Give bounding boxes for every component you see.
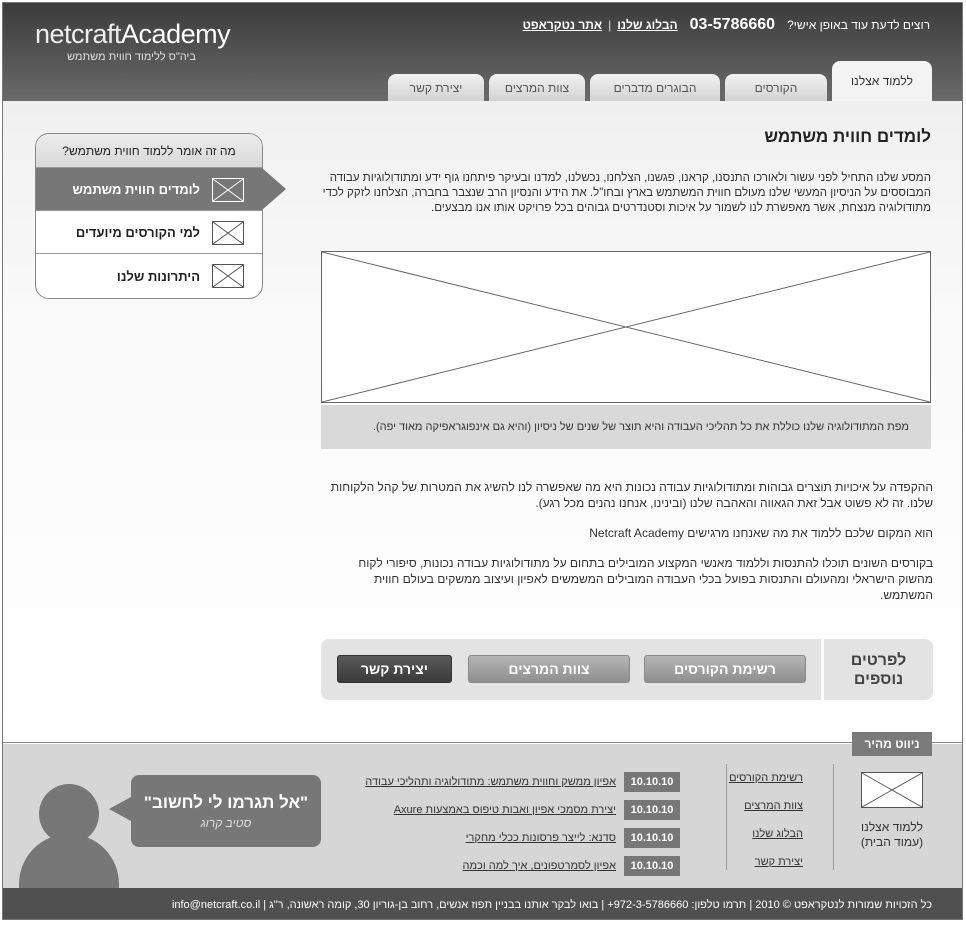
list-item: 10.10.10 יצירת מסמכי אפיון ואבות טיפוס ב… bbox=[360, 796, 680, 824]
article-paragraph: ההקפדה על איכויות תוצרים גבוהות ומתודולו… bbox=[330, 480, 933, 510]
list-item: 10.10.10 אפיון ממשק וחווית משתמש: מתודול… bbox=[360, 768, 680, 796]
logo-part1: netcraft bbox=[35, 19, 122, 49]
lecturers-button[interactable]: צוות המרצים bbox=[468, 655, 630, 683]
side-item-learning-ux[interactable]: לומדים חווית משתמש bbox=[36, 168, 286, 211]
side-navigation: מה זה אומר ללמוד חווית משתמש? לומדים חוו… bbox=[35, 133, 286, 299]
article-paragraph: הוא המקום שלכם ללמוד את מה שאנחנו מרגישי… bbox=[589, 526, 933, 540]
site-link[interactable]: אתר נטקראפט bbox=[523, 18, 603, 32]
tab-graduates[interactable]: הבוגרים מדברים bbox=[590, 74, 720, 101]
side-item-who-for[interactable]: למי הקורסים מיועדים bbox=[36, 211, 262, 254]
footer-news-list: 10.10.10 אפיון ממשק וחווית משתמש: מתודול… bbox=[360, 768, 680, 880]
footer-link-courses[interactable]: רשימת הקורסים bbox=[727, 764, 803, 792]
image-placeholder-icon bbox=[212, 221, 244, 245]
quote-author: סטיב קרוג bbox=[200, 816, 252, 830]
quote-text: "אל תגרמו לי לחשוב" bbox=[143, 793, 309, 812]
news-date: 10.10.10 bbox=[624, 800, 680, 820]
news-date: 10.10.10 bbox=[624, 828, 680, 848]
article-paragraph: בקורסים השונים תוכלו להתנסות וללמוד מאנש… bbox=[358, 556, 933, 602]
header-phone: 03-5786660 bbox=[689, 16, 776, 33]
courses-list-button[interactable]: רשימת הקורסים bbox=[644, 655, 806, 683]
footer-quick-links: רשימת הקורסים צוות המרצים הבלוג שלנו יצי… bbox=[726, 764, 834, 870]
footer: ניווט מהיר ללמוד אצלנו (עמוד הבית) רשימת… bbox=[3, 732, 962, 919]
list-item: 10.10.10 אפיון לסמרטפונים, איך למה וכמה bbox=[360, 852, 680, 880]
logo[interactable]: netcraftAcademy bbox=[35, 19, 231, 50]
footer-link-lecturers[interactable]: צוות המרצים bbox=[727, 792, 803, 820]
footer-link-contact[interactable]: יצירת קשר bbox=[727, 848, 803, 876]
quick-nav-title: ניווט מהיר bbox=[852, 732, 932, 756]
logo-subtitle: ביה"ס ללימוד חווית משתמש bbox=[67, 51, 196, 63]
news-date: 10.10.10 bbox=[624, 772, 680, 792]
news-link[interactable]: יצירת מסמכי אפיון ואבות טיפוס באמצעות Ax… bbox=[394, 804, 616, 816]
news-link[interactable]: סדנא: לייצר פרסונות ככלי מחקרי bbox=[466, 832, 616, 844]
header-contact: רוצים לדעת עוד באופן אישי? 03-5786660 הב… bbox=[523, 16, 930, 34]
home-link-sublabel: (עמוד הבית) bbox=[860, 835, 924, 849]
main-tabs: ללמוד אצלנו הקורסים הבוגרים מדברים צוות … bbox=[388, 60, 932, 101]
news-date: 10.10.10 bbox=[624, 856, 680, 876]
avatar-head bbox=[39, 784, 99, 844]
quote-bubble: "אל תגרמו לי לחשוב" סטיב קרוג bbox=[109, 775, 321, 847]
home-link[interactable]: ללמוד אצלנו (עמוד הבית) bbox=[852, 772, 932, 850]
more-details-line2: נוספים bbox=[853, 670, 904, 688]
tab-contact[interactable]: יצירת קשר bbox=[388, 74, 484, 101]
content-area: מה זה אומר ללמוד חווית משתמש? לומדים חוו… bbox=[3, 101, 962, 743]
image-caption: מפת המתודולוגיה שלנו כוללת את כל תהליכי … bbox=[321, 405, 931, 449]
news-link[interactable]: אפיון לסמרטפונים, איך למה וכמה bbox=[463, 860, 616, 872]
header: netcraftAcademy ביה"ס ללימוד חווית משתמש… bbox=[3, 3, 962, 101]
page-title: לומדים חווית משתמש bbox=[764, 127, 931, 146]
side-item-label: היתרונות שלנו bbox=[116, 268, 200, 284]
article-intro: המסע שלנו התחיל לפני עשור ולאורכו התנסנו… bbox=[322, 172, 931, 214]
tab-lecturers[interactable]: צוות המרצים bbox=[489, 74, 585, 101]
avatar-silhouette-icon bbox=[19, 784, 119, 919]
contact-button[interactable]: יצירת קשר bbox=[337, 655, 452, 683]
header-separator: | bbox=[608, 18, 612, 32]
image-placeholder-icon bbox=[212, 178, 244, 202]
side-item-advantages[interactable]: היתרונות שלנו bbox=[36, 254, 262, 298]
footer-link-blog[interactable]: הבלוג שלנו bbox=[727, 820, 803, 848]
more-details-label: לפרטים נוספים bbox=[821, 639, 933, 700]
home-link-label: ללמוד אצלנו bbox=[861, 820, 923, 834]
copyright-bar: כל הזכויות שמורות לנטקראפט © 2010 | תרמו… bbox=[3, 888, 962, 919]
main-article: לומדים חווית משתמש המסע שלנו התחיל לפני … bbox=[321, 127, 931, 216]
methodology-image-placeholder bbox=[321, 251, 931, 403]
more-details-bar: לפרטים נוספים רשימת הקורסים צוות המרצים י… bbox=[321, 639, 933, 700]
image-placeholder-icon bbox=[212, 264, 244, 288]
contact-question: רוצים לדעת עוד באופן אישי? bbox=[787, 18, 930, 32]
side-item-label: למי הקורסים מיועדים bbox=[75, 224, 200, 240]
list-item: 10.10.10 סדנא: לייצר פרסונות ככלי מחקרי bbox=[360, 824, 680, 852]
article-body: ההקפדה על איכויות תוצרים גבוהות ומתודולו… bbox=[321, 479, 933, 617]
blog-link[interactable]: הבלוג שלנו bbox=[617, 18, 677, 32]
page-frame: netcraftAcademy ביה"ס ללימוד חווית משתמש… bbox=[2, 2, 963, 920]
logo-part2: Academy bbox=[121, 19, 231, 49]
side-item-label: לומדים חווית משתמש bbox=[72, 181, 200, 197]
tab-study-with-us[interactable]: ללמוד אצלנו bbox=[832, 61, 932, 101]
side-nav-title: מה זה אומר ללמוד חווית משתמש? bbox=[36, 134, 262, 168]
tab-courses[interactable]: הקורסים bbox=[725, 74, 827, 101]
image-placeholder-icon bbox=[861, 772, 923, 808]
more-details-line1: לפרטים bbox=[850, 651, 907, 669]
news-link[interactable]: אפיון ממשק וחווית משתמש: מתודולוגיה ותהל… bbox=[365, 776, 616, 788]
